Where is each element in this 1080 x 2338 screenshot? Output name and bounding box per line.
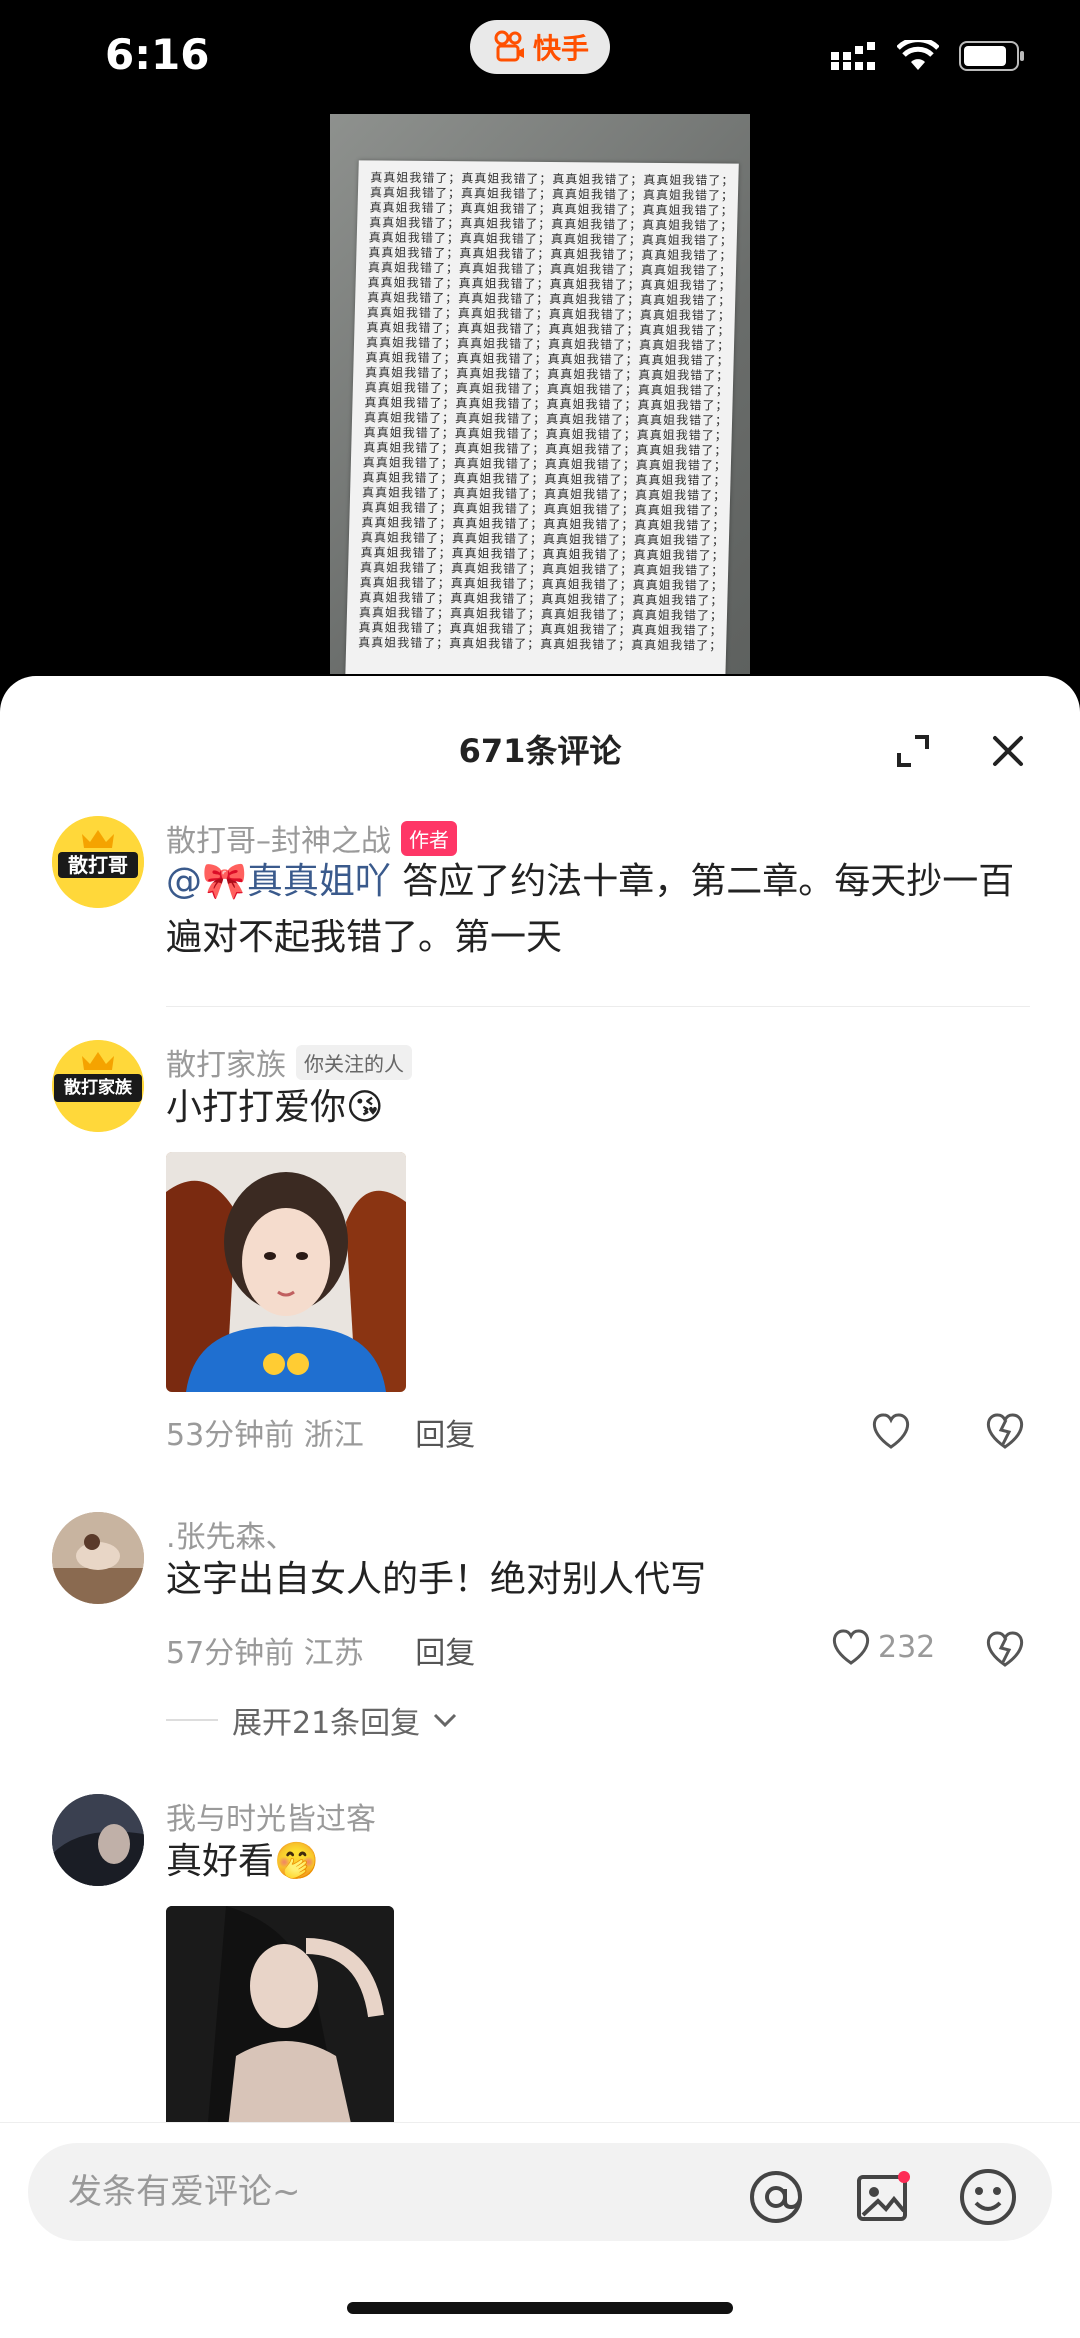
comment-meta: 57分钟前 江苏 回复 [166,1628,475,1672]
reply-button[interactable]: 回复 [415,1636,475,1671]
avatar[interactable]: 散打哥 [52,816,144,908]
expand-replies-button[interactable]: 展开21条回复 [166,1698,460,1742]
handwritten-paper: 真真姐我错了；真真姐我错了；真真姐我错了；真真姐我错了； 真真姐我错了；真真姐我… [345,160,739,674]
avatar-label: 散打家族 [64,1078,132,1098]
avatar[interactable]: 散打家族 [52,1040,144,1132]
heart-icon [872,1413,910,1449]
comment-username[interactable]: 散打家族 你关注的人 [166,1040,412,1084]
status-bar: 6:16 快手 [0,0,1080,112]
comment-text: 这字出自女人的手！绝对别人代写 [166,1559,707,1600]
avatar[interactable] [52,1512,144,1604]
signal-icon [831,42,875,70]
kuaishou-logo-icon [494,30,524,62]
comment-text: 小打打爱你😘 [166,1087,384,1128]
author-tag: 作者 [401,821,457,856]
app-indicator-pill[interactable]: 快手 [470,20,610,74]
comment-item[interactable]: .张先森、 这字出自女人的手！绝对别人代写 57分钟前 江苏 回复 232 展开… [0,1512,1080,1812]
close-icon[interactable] [990,733,1026,769]
emoji-icon[interactable] [958,2167,1018,2227]
comment-location: 浙江 [303,1418,364,1453]
comment-item[interactable]: 散打家族 散打家族 你关注的人 小打打爱你😘 53分钟前 浙江 回复 [0,1040,1080,1453]
username-text[interactable]: 散打家族 [166,1048,286,1083]
comment-time: 57分钟前 [166,1636,295,1671]
comment-text: 真好看🤭 [166,1841,319,1882]
comment-location: 江苏 [303,1636,364,1671]
following-tag: 你关注的人 [296,1045,412,1080]
comment-sheet: 671条评论 散打哥 散打哥–封神之战 作者 @🎀真真姐吖 答应了约法十章，第二章… [0,676,1080,2338]
avatar-label: 散打哥 [68,853,128,877]
comment-input-pill[interactable] [28,2143,1052,2241]
home-indicator[interactable] [347,2302,733,2314]
reply-button[interactable]: 回复 [415,1418,475,1453]
comment-meta: 53分钟前 浙江 回复 [166,1410,475,1454]
expand-replies-label: 展开21条回复 [232,1706,421,1741]
comment-input[interactable] [68,2167,708,2217]
dislike-heart-icon[interactable] [984,1630,1026,1668]
at-mention-icon[interactable] [746,2167,806,2227]
like-count: 232 [878,1629,936,1665]
avatar-image [52,1794,144,1886]
mention-link[interactable]: @🎀真真姐吖 [166,861,391,902]
app-name: 快手 [532,32,589,65]
video-player[interactable]: 真真姐我错了；真真姐我错了；真真姐我错了；真真姐我错了； 真真姐我错了；真真姐我… [330,114,750,674]
status-time: 6:16 [105,30,210,79]
portrait-image [166,1906,394,2146]
paper-line: 真真姐我错了；真真姐我错了；真真姐我错了；真真姐我错了； [358,635,723,653]
divider [166,1006,1030,1007]
avatar-image [52,1512,144,1604]
comment-username[interactable]: .张先森、 [166,1512,296,1556]
battery-icon [959,41,1024,71]
divider [166,1719,218,1721]
like-button[interactable] [870,1412,912,1450]
avatar[interactable] [52,1794,144,1886]
image-picker-icon[interactable] [854,2167,914,2227]
chevron-down-icon [434,1713,457,1728]
wifi-icon [897,40,939,70]
selfie-image [166,1152,406,1392]
comment-photo[interactable] [166,1152,406,1392]
comment-photo[interactable] [166,1906,394,2146]
comment-text: @🎀真真姐吖 答应了约法十章，第二章。每天抄一百遍对不起我错了。第一天 [166,854,1046,966]
heart-icon [832,1629,870,1665]
like-button[interactable]: 232 [830,1628,935,1666]
comment-item[interactable]: 散打哥 散打哥–封神之战 作者 @🎀真真姐吖 答应了约法十章，第二章。每天抄一百遍… [0,816,1080,1006]
expand-icon[interactable] [895,733,931,769]
comment-username[interactable]: 我与时光皆过客 [166,1794,376,1838]
dislike-heart-icon[interactable] [984,1412,1026,1450]
system-icons [831,40,1025,72]
comment-time: 53分钟前 [166,1418,295,1453]
